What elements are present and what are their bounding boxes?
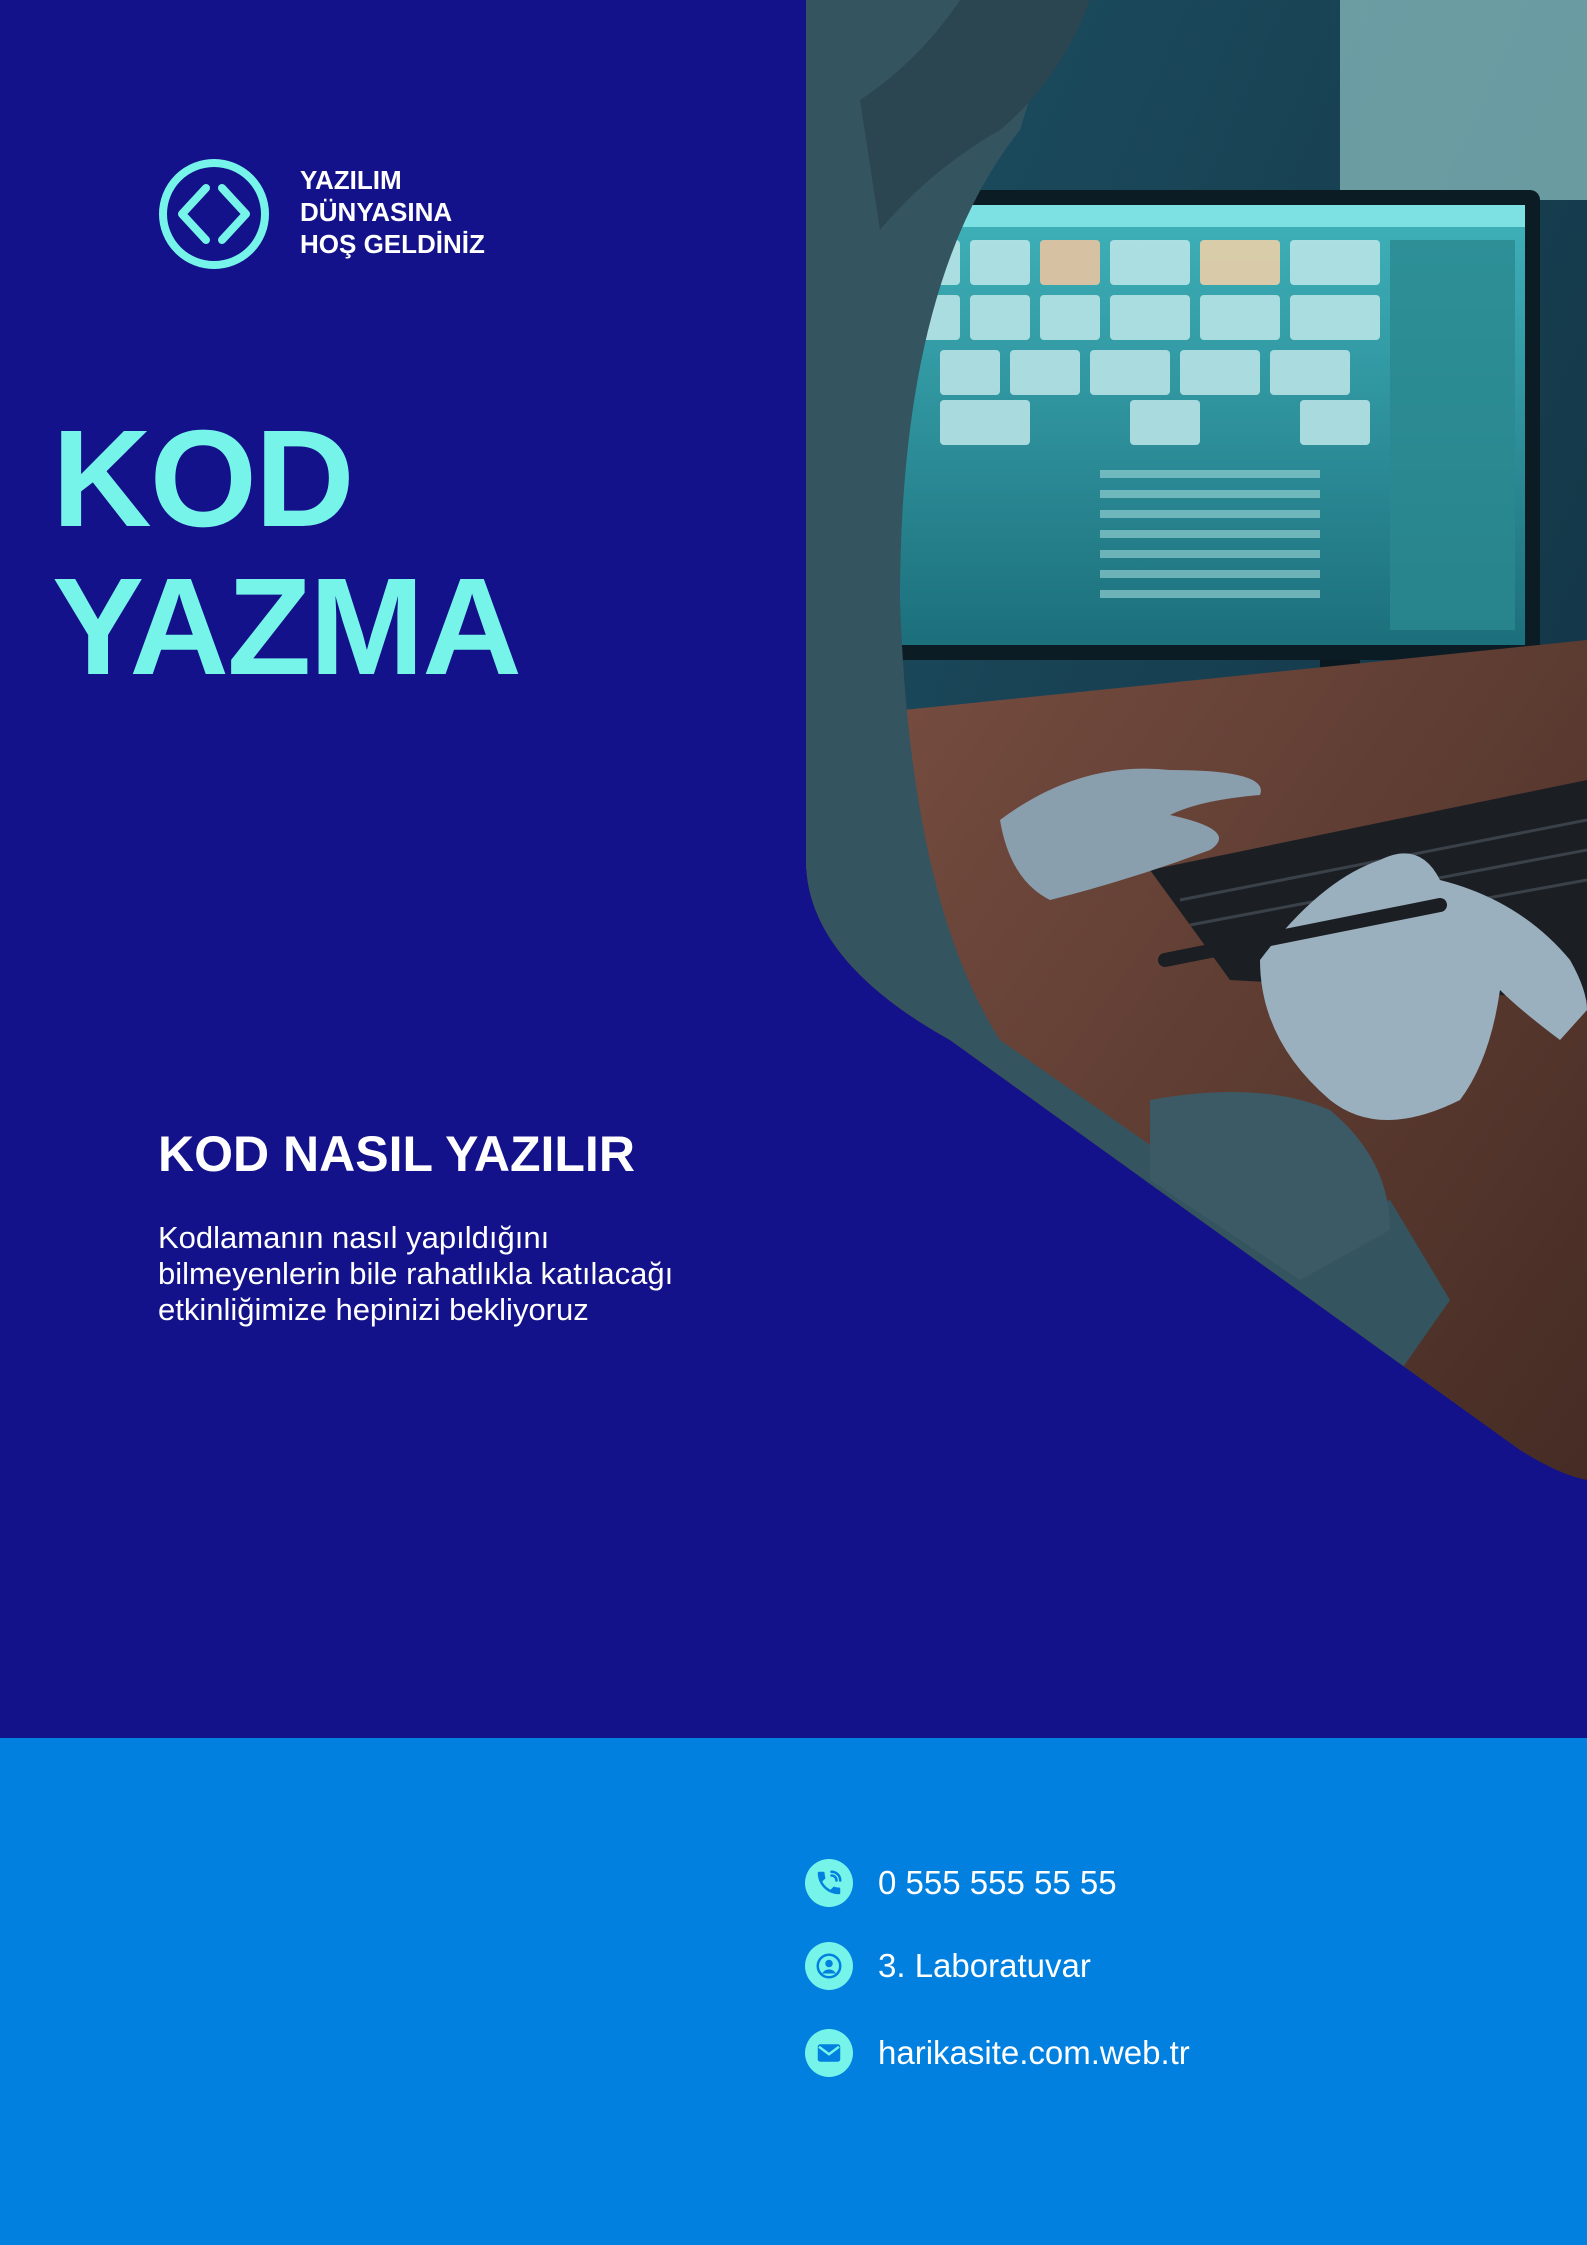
description-line: etkinliğimize hepinizi bekliyoruz [158, 1292, 589, 1327]
poster: YAZILIM DÜNYASINA HOŞ GELDİNİZ KOD YAZMA… [0, 0, 1587, 2245]
footer-panel [0, 1738, 1587, 2245]
contact-email: harikasite.com.web.tr [805, 2028, 1190, 2078]
hero-title: KOD YAZMA [52, 402, 522, 704]
description-line: Kodlamanın nasıl yapıldığını [158, 1220, 550, 1255]
code-brackets-icon [159, 159, 269, 269]
logo-line: HOŞ GELDİNİZ [300, 229, 485, 259]
description-line: bilmeyenlerin bile rahatlıkla katılacağı [158, 1256, 674, 1291]
section-description: Kodlamanın nasıl yapıldığını bilmeyenler… [158, 1220, 778, 1328]
logo-line: DÜNYASINA [300, 197, 453, 227]
contact-location: 3. Laboratuvar [805, 1941, 1091, 1991]
logo-line: YAZILIM [300, 165, 402, 195]
logo-text: YAZILIM DÜNYASINA HOŞ GELDİNİZ [300, 164, 485, 260]
mail-icon [805, 2029, 853, 2077]
hero-line-1: KOD [52, 402, 355, 556]
section-title: KOD NASIL YAZILIR [158, 1126, 635, 1182]
hero-line-2: YAZMA [52, 550, 522, 704]
phone-icon [805, 1859, 853, 1907]
user-location-icon [805, 1942, 853, 1990]
contact-text: 3. Laboratuvar [878, 1947, 1091, 1984]
contact-phone: 0 555 555 55 55 [805, 1858, 1117, 1908]
contact-link[interactable]: harikasite.com.web.tr [878, 2034, 1190, 2072]
contact-text: 0 555 555 55 55 [878, 1864, 1117, 1901]
